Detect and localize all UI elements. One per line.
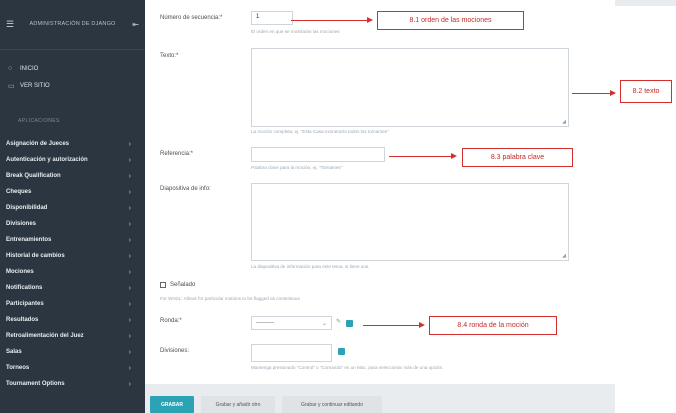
save-button[interactable]: GRABAR [150, 396, 194, 413]
sidebar-item-notifications[interactable]: Notifications › [0, 280, 145, 296]
annotation-box-4: 8.4 ronda de la moción [429, 316, 557, 335]
ronda-label: Ronda:* [160, 318, 182, 324]
sidebar-header: ☰ ADMINISTRACIÓN DE DJANGO ⇤ [0, 0, 145, 50]
sidebar-item-cheques[interactable]: Cheques › [0, 184, 145, 200]
collapse-icon[interactable]: ⇤ [127, 20, 139, 29]
save-continue-button[interactable]: Grabar y continuar editando [282, 396, 382, 413]
add-icon[interactable] [346, 320, 353, 327]
chevron-right-icon: › [128, 156, 131, 164]
resize-handle-icon[interactable]: ◢ [562, 253, 566, 259]
flagged-help: For WADL: Allows for particular motions … [160, 296, 300, 301]
sidebar-item-historial[interactable]: Historial de cambios › [0, 248, 145, 264]
ronda-select[interactable]: --------- ⌄ [251, 316, 332, 330]
info-label: Diapositiva de info: [160, 186, 211, 192]
flagged-label: Señalado [170, 282, 196, 288]
chevron-right-icon: › [128, 140, 131, 148]
ronda-value: --------- [256, 320, 274, 326]
sidebar-item-resultados[interactable]: Resultados › [0, 312, 145, 328]
seq-input[interactable]: 1 [251, 11, 293, 25]
chevron-right-icon: › [128, 252, 131, 260]
sidebar-link-label: INICIO [20, 65, 39, 72]
motion-form: Número de secuencia:* 1 El orden en que … [145, 0, 615, 413]
chevron-right-icon: › [128, 300, 131, 308]
sidebar-links: ○ INICIO ▭ VER SITIO [0, 50, 145, 94]
chevron-right-icon: › [128, 380, 131, 388]
annotation-box-2: 8.2 texto [620, 80, 672, 103]
chevron-right-icon: › [128, 284, 131, 292]
annotation-box-3: 8.3 palabra clave [462, 148, 573, 167]
annotation-box-1: 8.1 orden de las mociones [377, 11, 524, 30]
chevron-right-icon: › [128, 172, 131, 180]
site-title[interactable]: ADMINISTRACIÓN DE DJANGO [18, 21, 127, 28]
menu-icon[interactable]: ☰ [6, 19, 18, 30]
resize-handle-icon[interactable]: ◢ [562, 119, 566, 125]
chevron-right-icon: › [128, 332, 131, 340]
chevron-right-icon: › [128, 204, 131, 212]
texto-textarea[interactable]: ◢ [251, 48, 569, 127]
texto-help: La moción completa, ej. "Esta Casa exone… [251, 129, 389, 134]
circle-icon: ○ [8, 65, 13, 72]
sidebar-item-tournament-options[interactable]: Tournament Options › [0, 376, 145, 392]
annotation-arrow-2 [572, 90, 616, 96]
add-icon[interactable] [338, 348, 345, 355]
sidebar-item-entrenamientos[interactable]: Entrenamientos › [0, 232, 145, 248]
sidebar-item-mociones[interactable]: Mociones › [0, 264, 145, 280]
sidebar-item-asignacion-de-jueces[interactable]: Asignación de Jueces › [0, 136, 145, 152]
annotation-arrow-4 [363, 322, 425, 328]
sidebar-link-ver-sitio[interactable]: ▭ VER SITIO [0, 77, 145, 94]
flagged-checkbox[interactable] [160, 282, 166, 288]
chevron-right-icon: › [128, 348, 131, 356]
chevron-right-icon: › [128, 316, 131, 324]
annotation-arrow-1 [291, 17, 373, 23]
divisiones-select[interactable] [251, 344, 332, 362]
chevron-right-icon: › [128, 220, 131, 228]
info-textarea[interactable]: ◢ [251, 183, 569, 261]
seq-help: El orden en que se mostrarán las mocione… [251, 29, 340, 34]
sidebar-app-list: Asignación de Jueces › Autenticación y au… [0, 136, 145, 392]
edit-icon[interactable]: ✎ [336, 318, 341, 325]
ref-help: Palabra clave para la moción, ej. "Torna… [251, 165, 343, 170]
sidebar-item-divisiones[interactable]: Divisiones › [0, 216, 145, 232]
ref-label: Referencia:* [160, 151, 194, 157]
sidebar-link-inicio[interactable]: ○ INICIO [0, 60, 145, 77]
annotation-arrow-3 [389, 153, 457, 159]
sidebar-item-salas[interactable]: Salas › [0, 344, 145, 360]
save-add-button[interactable]: Grabar y añadir otro [201, 396, 275, 413]
ref-input[interactable] [251, 147, 385, 162]
sidebar-section-label: APLICACIONES [18, 118, 60, 124]
chevron-right-icon: › [128, 188, 131, 196]
sidebar-item-break-qualification[interactable]: Break Qualification › [0, 168, 145, 184]
sidebar: ☰ ADMINISTRACIÓN DE DJANGO ⇤ ○ INICIO ▭ … [0, 0, 145, 413]
sidebar-item-retroalimentacion[interactable]: Retroalimentación del Juez › [0, 328, 145, 344]
chevron-right-icon: › [128, 364, 131, 372]
sidebar-item-torneos[interactable]: Torneos › [0, 360, 145, 376]
texto-label: Texto:* [160, 53, 179, 59]
div-label: Divisiones: [160, 348, 190, 354]
chevron-right-icon: › [128, 236, 131, 244]
info-help: La diapositiva de información para este … [251, 264, 369, 269]
seq-value: 1 [256, 14, 260, 20]
sidebar-item-disponibilidad[interactable]: Disponibilidad › [0, 200, 145, 216]
div-help: Mantenga presionado "Control" o "Comando… [251, 365, 444, 370]
sidebar-item-autenticacion[interactable]: Autenticación y autorización › [0, 152, 145, 168]
sidebar-link-label: VER SITIO [20, 82, 50, 89]
monitor-icon: ▭ [8, 82, 15, 90]
chevron-down-icon: ⌄ [321, 320, 327, 327]
sidebar-item-participantes[interactable]: Participantes › [0, 296, 145, 312]
chevron-right-icon: › [128, 268, 131, 276]
seq-label: Número de secuencia:* [160, 15, 223, 21]
